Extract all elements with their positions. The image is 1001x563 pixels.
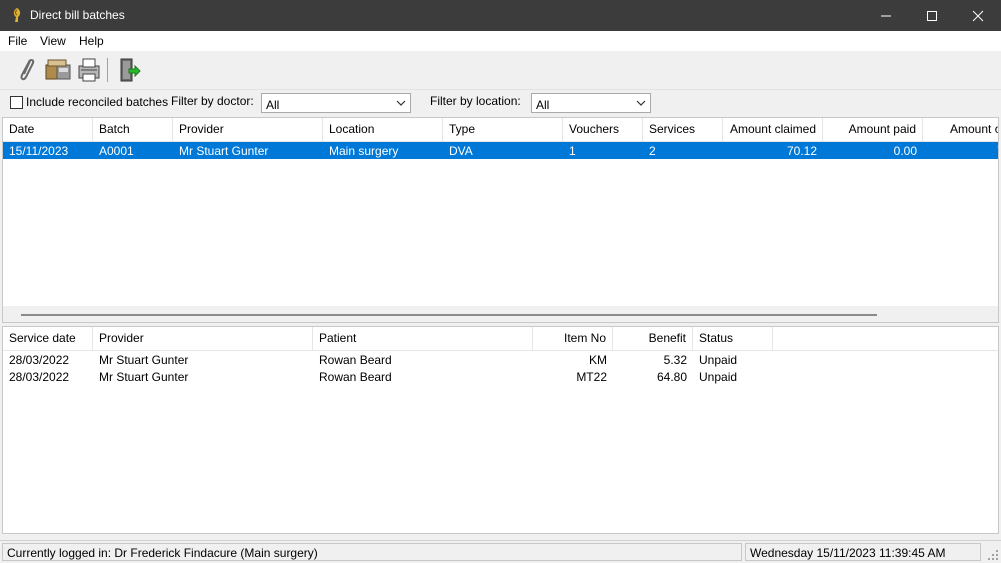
maximize-icon bbox=[927, 11, 937, 21]
doctor-filter-label: Filter by doctor: bbox=[171, 94, 254, 108]
menu-help[interactable]: Help bbox=[79, 34, 104, 48]
print-button[interactable] bbox=[75, 56, 103, 84]
column-header-provider[interactable]: Provider bbox=[173, 118, 323, 141]
doctor-filter-value: All bbox=[266, 98, 280, 112]
menu-view[interactable]: View bbox=[40, 34, 66, 48]
column-header-item-no[interactable]: Item No bbox=[533, 327, 613, 350]
batch-date: 15/11/2023 bbox=[9, 144, 69, 158]
table-row[interactable]: 28/03/2022 Mr Stuart Gunter Rowan Beard … bbox=[3, 351, 998, 368]
include-reconciled-label: Include reconciled batches bbox=[26, 95, 169, 109]
service-patient: Rowan Beard bbox=[319, 353, 392, 367]
close-button[interactable] bbox=[955, 0, 1001, 31]
batch-vouchers: 1 bbox=[569, 144, 576, 158]
service-status: Unpaid bbox=[699, 353, 738, 367]
filter-bar: Include reconciled batches Filter by doc… bbox=[0, 90, 1001, 116]
service-item-no: KM bbox=[589, 353, 607, 367]
doctor-filter-select[interactable]: All bbox=[261, 93, 411, 113]
batches-grid-header: Date Batch Provider Location Type Vouche… bbox=[3, 118, 998, 142]
table-row[interactable]: 15/11/2023 A0001 Mr Stuart Gunter Main s… bbox=[3, 142, 998, 159]
batch-provider: Mr Stuart Gunter bbox=[179, 144, 269, 158]
service-item-no: MT22 bbox=[576, 370, 607, 384]
column-header-type[interactable]: Type bbox=[443, 118, 563, 141]
column-header-services[interactable]: Services bbox=[643, 118, 723, 141]
services-grid: Service date Provider Patient Item No Be… bbox=[2, 326, 999, 534]
horizontal-scrollbar[interactable] bbox=[3, 306, 998, 322]
column-header-vouchers[interactable]: Vouchers bbox=[563, 118, 643, 141]
title-bar: Direct bill batches bbox=[0, 0, 1001, 31]
chevron-down-icon bbox=[396, 100, 406, 106]
batch-id: A0001 bbox=[99, 144, 134, 158]
include-reconciled-checkbox[interactable] bbox=[10, 96, 23, 109]
toolbar-separator bbox=[107, 58, 108, 82]
service-date: 28/03/2022 bbox=[9, 353, 70, 367]
location-filter-value: All bbox=[536, 98, 550, 112]
menu-bar: File View Help bbox=[0, 31, 1001, 51]
column-header-date[interactable]: Date bbox=[3, 118, 93, 141]
scrollbar-thumb[interactable] bbox=[21, 314, 877, 316]
status-bar: Currently logged in: Dr Frederick Findac… bbox=[0, 540, 1001, 563]
minimize-icon bbox=[881, 15, 891, 17]
service-status: Unpaid bbox=[699, 370, 738, 384]
datetime-status: Wednesday 15/11/2023 11:39:45 AM bbox=[745, 543, 981, 561]
batch-services: 2 bbox=[649, 144, 656, 158]
service-provider: Mr Stuart Gunter bbox=[99, 370, 189, 384]
column-header-amount-paid[interactable]: Amount paid bbox=[823, 118, 923, 141]
batch-type: DVA bbox=[449, 144, 473, 158]
column-header-amount-owing[interactable]: Amount ov bbox=[923, 118, 998, 141]
column-header-batch[interactable]: Batch bbox=[93, 118, 173, 141]
minimize-button[interactable] bbox=[863, 0, 909, 31]
batch-boxes-icon bbox=[45, 59, 71, 80]
service-patient: Rowan Beard bbox=[319, 370, 392, 384]
service-benefit: 64.80 bbox=[656, 370, 687, 384]
batch-amount-claimed: 70.12 bbox=[786, 144, 817, 158]
service-benefit: 5.32 bbox=[663, 353, 687, 367]
column-header-benefit[interactable]: Benefit bbox=[613, 327, 693, 350]
column-header-status[interactable]: Status bbox=[693, 327, 773, 350]
toolbar bbox=[0, 51, 1001, 90]
batch-amount-owing: 70.12 bbox=[923, 144, 998, 158]
batch-amount-paid: 0.00 bbox=[893, 144, 917, 158]
batch-button[interactable] bbox=[44, 56, 72, 84]
batch-location: Main surgery bbox=[329, 144, 399, 158]
column-header-location[interactable]: Location bbox=[323, 118, 443, 141]
service-provider: Mr Stuart Gunter bbox=[99, 353, 189, 367]
exit-door-icon bbox=[120, 58, 141, 82]
menu-file[interactable]: File bbox=[8, 34, 27, 48]
location-filter-select[interactable]: All bbox=[531, 93, 651, 113]
column-header-service-date[interactable]: Service date bbox=[3, 327, 93, 350]
location-filter-label: Filter by location: bbox=[430, 94, 521, 108]
printer-icon bbox=[78, 58, 100, 82]
column-header-service-provider[interactable]: Provider bbox=[93, 327, 313, 350]
services-grid-header: Service date Provider Patient Item No Be… bbox=[3, 327, 998, 351]
paperclip-icon bbox=[20, 58, 35, 81]
app-logo-icon bbox=[13, 8, 21, 22]
exit-button[interactable] bbox=[115, 56, 143, 84]
window-title: Direct bill batches bbox=[30, 8, 125, 22]
attach-button[interactable] bbox=[13, 56, 41, 84]
table-row[interactable]: 28/03/2022 Mr Stuart Gunter Rowan Beard … bbox=[3, 368, 998, 385]
column-header-amount-claimed[interactable]: Amount claimed bbox=[723, 118, 823, 141]
batches-grid: Date Batch Provider Location Type Vouche… bbox=[2, 117, 999, 323]
resize-grip-icon[interactable] bbox=[987, 549, 999, 561]
service-date: 28/03/2022 bbox=[9, 370, 70, 384]
logged-in-status: Currently logged in: Dr Frederick Findac… bbox=[2, 543, 742, 561]
maximize-button[interactable] bbox=[909, 0, 955, 31]
chevron-down-icon bbox=[636, 100, 646, 106]
column-header-patient[interactable]: Patient bbox=[313, 327, 533, 350]
close-icon bbox=[972, 10, 984, 22]
